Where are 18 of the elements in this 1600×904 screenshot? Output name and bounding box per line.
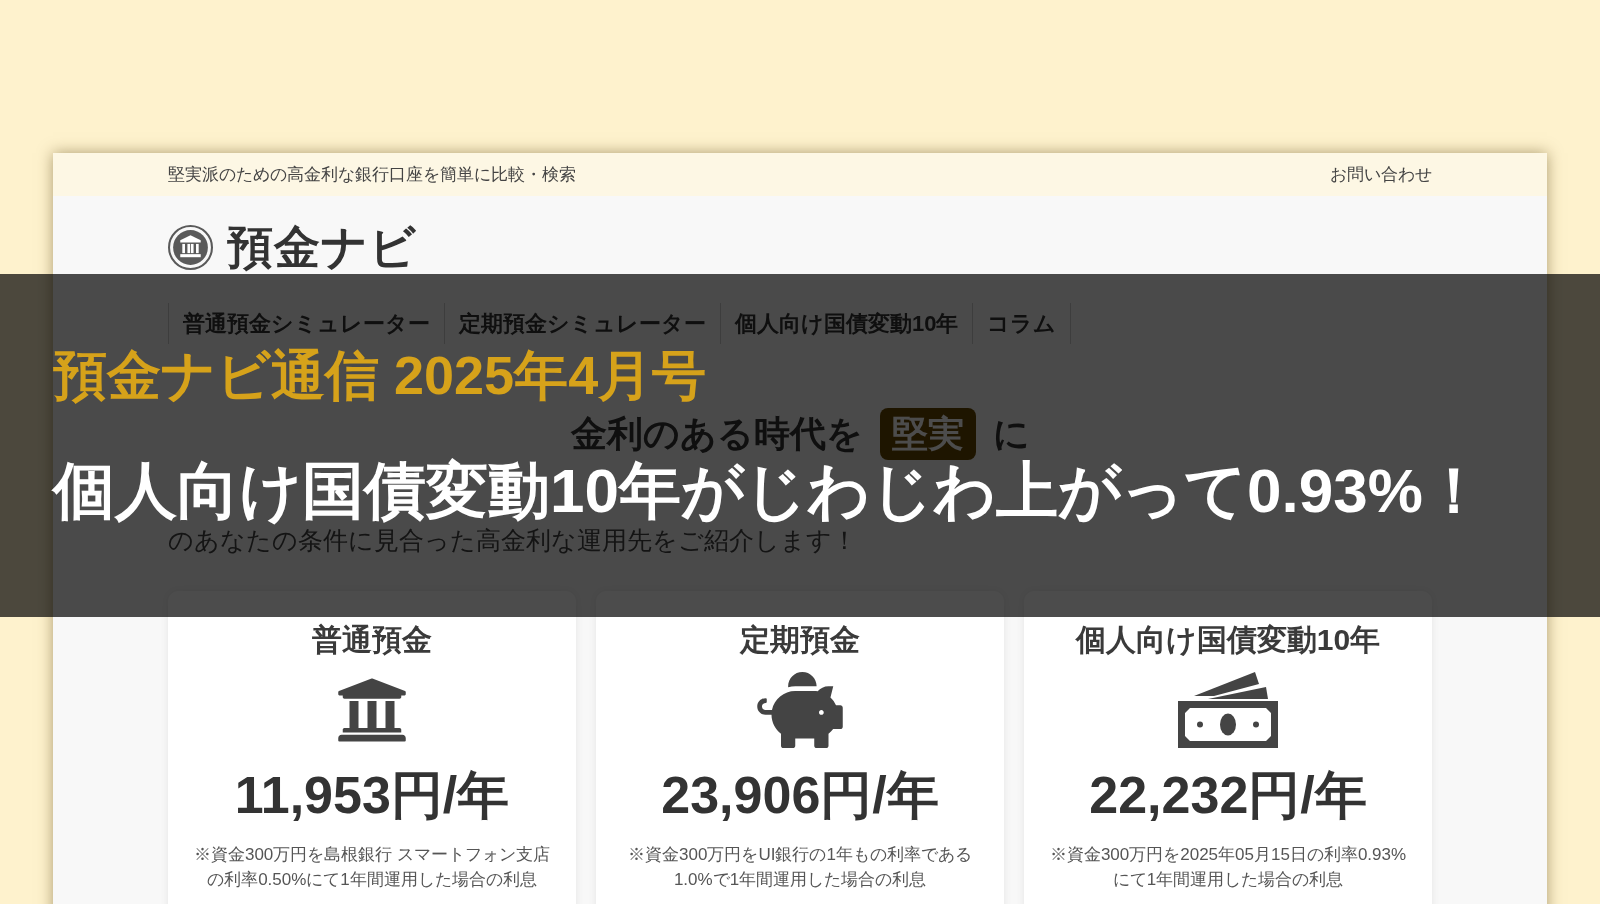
tagline: 堅実派のための高金利な銀行口座を簡単に比較・検索 <box>168 163 576 186</box>
hero-heading: 金利のある時代を <box>570 416 863 452</box>
piggy-bank-icon <box>756 672 844 748</box>
issue-title: 預金ナビ通信 2025年4月号 <box>53 348 707 402</box>
banknotes-icon <box>1178 672 1278 748</box>
hero-heading-end: に <box>992 416 1030 452</box>
contact-link[interactable]: お問い合わせ <box>1330 161 1432 188</box>
card-title: 定期預金 <box>740 622 860 658</box>
card-title: 普通預金 <box>312 622 432 658</box>
interest-amount: 22,232円/年 <box>1089 765 1367 826</box>
bank-logo-icon <box>168 224 213 270</box>
card-note: ※資金300万円を2025年05月15日の利率0.93%にて1年間運用した場合の利息 <box>1048 844 1408 891</box>
interest-amount: 23,906円/年 <box>661 765 939 826</box>
site-logo[interactable]: 預金ナビ <box>227 224 417 270</box>
card-note: ※資金300万円をUI銀行の1年もの利率である1.0%で1年間運用した場合の利息 <box>627 844 973 891</box>
card-note: ※資金300万円を島根銀行 スマートフォン支店の利率0.50%にて1年間運用した場合の利息 <box>192 844 552 891</box>
interest-amount: 11,953円/年 <box>234 765 510 826</box>
card-title: 個人向け国債変動10年 <box>1075 622 1381 658</box>
